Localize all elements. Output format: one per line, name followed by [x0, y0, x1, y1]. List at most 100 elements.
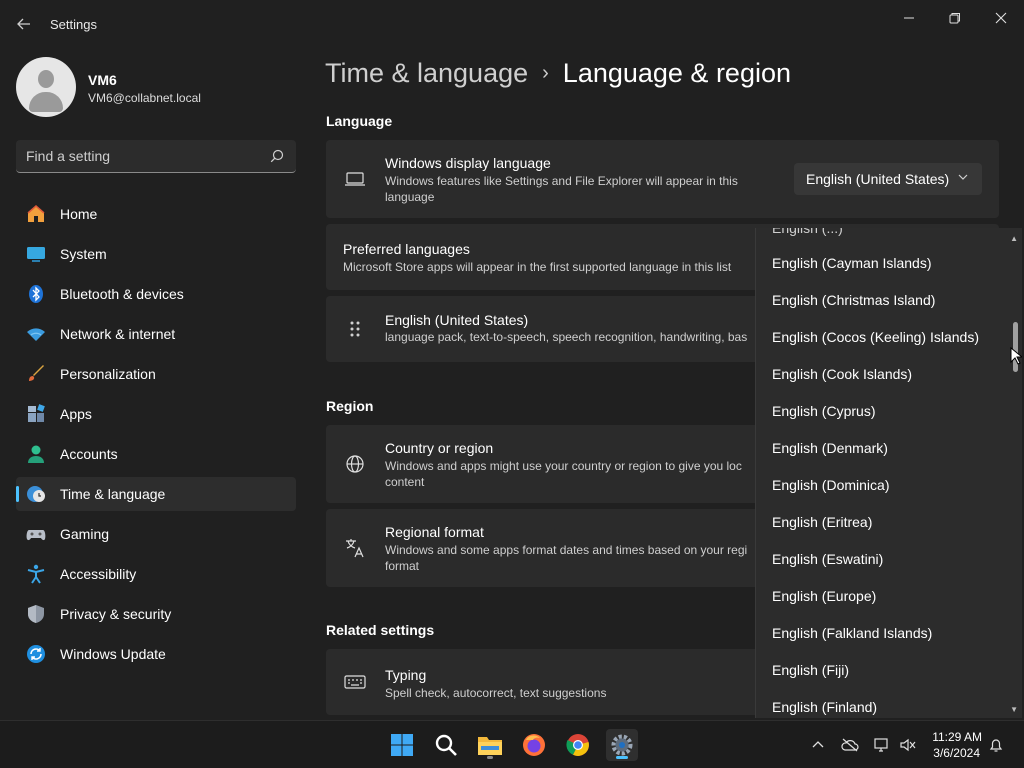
chevron-down-icon [958, 172, 968, 185]
dropdown-option[interactable]: English (Fiji) [772, 662, 849, 678]
bell-icon [989, 739, 1003, 752]
shield-icon [28, 605, 44, 623]
search-input[interactable] [26, 148, 256, 164]
laptop-icon [345, 172, 365, 186]
sidebar-item-label: Home [60, 206, 98, 222]
dropdown-option[interactable]: English (Eritrea) [772, 514, 872, 530]
mouse-cursor-icon [1010, 347, 1022, 365]
breadcrumb-separator-icon: › [542, 62, 549, 84]
dropdown-option-partial[interactable]: English (...) [772, 228, 843, 236]
sidebar-item-accounts[interactable]: Accounts [16, 437, 296, 471]
sidebar-item-personalization[interactable]: Personalization [16, 357, 296, 391]
dropdown-option[interactable]: English (Cayman Islands) [772, 255, 932, 271]
back-arrow-icon[interactable] [12, 12, 36, 36]
network-tray-button[interactable] [872, 735, 892, 755]
card-title: Typing [385, 667, 427, 683]
sidebar-item-label: Bluetooth & devices [60, 286, 184, 302]
sidebar-item-system[interactable]: System [16, 237, 296, 271]
sidebar-item-label: Apps [60, 406, 92, 422]
chevron-up-icon [812, 741, 824, 748]
chrome-icon [566, 734, 589, 756]
dropdown-option[interactable]: English (Finland) [772, 699, 877, 715]
globe-icon [346, 455, 364, 473]
dropdown-option[interactable]: English (Europe) [772, 588, 876, 604]
dropdown-option[interactable]: English (Falkland Islands) [772, 625, 932, 641]
firefox-button[interactable] [518, 729, 550, 761]
sidebar-item-gaming[interactable]: Gaming [16, 517, 296, 551]
section-language-title: Language [326, 113, 393, 129]
sidebar-item-apps[interactable]: Apps [16, 397, 296, 431]
accounts-icon [28, 445, 44, 463]
sidebar-item-label: System [60, 246, 107, 262]
sidebar-item-label: Time & language [60, 486, 166, 502]
volume-tray-button[interactable] [898, 735, 918, 755]
display-language-select[interactable]: English (United States) [794, 163, 982, 195]
clock-date[interactable]: 3/6/2024 [930, 746, 980, 760]
scroll-up-arrow-icon[interactable]: ▲ [1010, 234, 1018, 243]
drag-handle-icon[interactable] [344, 318, 366, 340]
dropdown-option[interactable]: English (Cyprus) [772, 403, 875, 419]
onedrive-tray-button[interactable] [840, 735, 860, 755]
sidebar-item-time-language[interactable]: Time & language [16, 477, 296, 511]
select-value: English (United States) [806, 171, 950, 187]
active-app-indicator [616, 756, 628, 759]
card-title: Preferred languages [343, 241, 470, 257]
sidebar-item-label: Privacy & security [60, 606, 172, 622]
dropdown-option[interactable]: English (Denmark) [772, 440, 888, 456]
close-button[interactable] [978, 4, 1024, 32]
language-dropdown-list[interactable]: English (...) English (Cayman Islands) E… [755, 228, 1022, 718]
sidebar-item-accessibility[interactable]: Accessibility [16, 557, 296, 591]
file-explorer-button[interactable] [474, 729, 506, 761]
notifications-button[interactable] [986, 735, 1006, 755]
update-icon [27, 645, 45, 663]
dropdown-option[interactable]: English (Eswatini) [772, 551, 883, 567]
cloud-offline-icon [841, 738, 859, 752]
user-name: VM6 [88, 72, 117, 88]
taskbar-search-button[interactable] [430, 729, 462, 761]
taskbar: 11:29 AM 3/6/2024 [0, 720, 1024, 768]
dropdown-option[interactable]: English (Cocos (Keeling) Islands) [772, 329, 979, 345]
start-button[interactable] [386, 729, 418, 761]
bluetooth-icon [29, 285, 43, 303]
sidebar-item-bluetooth[interactable]: Bluetooth & devices [16, 277, 296, 311]
apps-icon [28, 404, 45, 422]
search-icon [435, 734, 457, 756]
dropdown-option[interactable]: English (Dominica) [772, 477, 889, 493]
sidebar-item-windows-update[interactable]: Windows Update [16, 637, 296, 671]
page-title: Language & region [562, 58, 791, 88]
time-language-icon [27, 486, 45, 502]
sidebar-item-home[interactable]: Home [16, 197, 296, 231]
restore-button[interactable] [932, 4, 978, 32]
minimize-button[interactable] [886, 4, 932, 32]
scroll-down-arrow-icon[interactable]: ▼ [1010, 705, 1018, 714]
card-title: Windows display language [385, 155, 551, 171]
dropdown-option[interactable]: English (Christmas Island) [772, 292, 935, 308]
brush-icon [29, 365, 44, 381]
search-box[interactable] [16, 140, 296, 173]
avatar[interactable] [16, 57, 76, 117]
chrome-button[interactable] [562, 729, 594, 761]
sidebar-item-network[interactable]: Network & internet [16, 317, 296, 351]
clock-time[interactable]: 11:29 AM [930, 730, 982, 744]
card-description: Spell check, autocorrect, text suggestio… [385, 686, 607, 700]
search-icon[interactable] [270, 149, 284, 163]
card-description: Microsoft Store apps will appear in the … [343, 260, 732, 274]
title-bar [0, 0, 1024, 48]
windows-display-language-card: Windows display language Windows feature… [326, 140, 999, 218]
breadcrumb-parent[interactable]: Time & language [325, 58, 528, 89]
dropdown-option[interactable]: English (Cook Islands) [772, 366, 912, 382]
sidebar-item-label: Accessibility [60, 566, 137, 582]
volume-muted-icon [900, 738, 916, 752]
sidebar-item-privacy[interactable]: Privacy & security [16, 597, 296, 631]
show-hidden-icons-button[interactable] [808, 735, 828, 755]
sidebar-item-label: Network & internet [60, 326, 176, 342]
card-description: Windows and some apps format dates and t… [385, 543, 748, 573]
accessibility-icon [27, 564, 45, 584]
active-indicator [16, 486, 19, 502]
card-description: language pack, text-to-speech, speech re… [385, 330, 748, 344]
settings-button[interactable] [606, 729, 638, 761]
breadcrumb: Time & language › Language & region [325, 58, 791, 89]
section-related-title: Related settings [326, 622, 435, 638]
network-icon [27, 328, 45, 341]
running-indicator [487, 756, 493, 759]
